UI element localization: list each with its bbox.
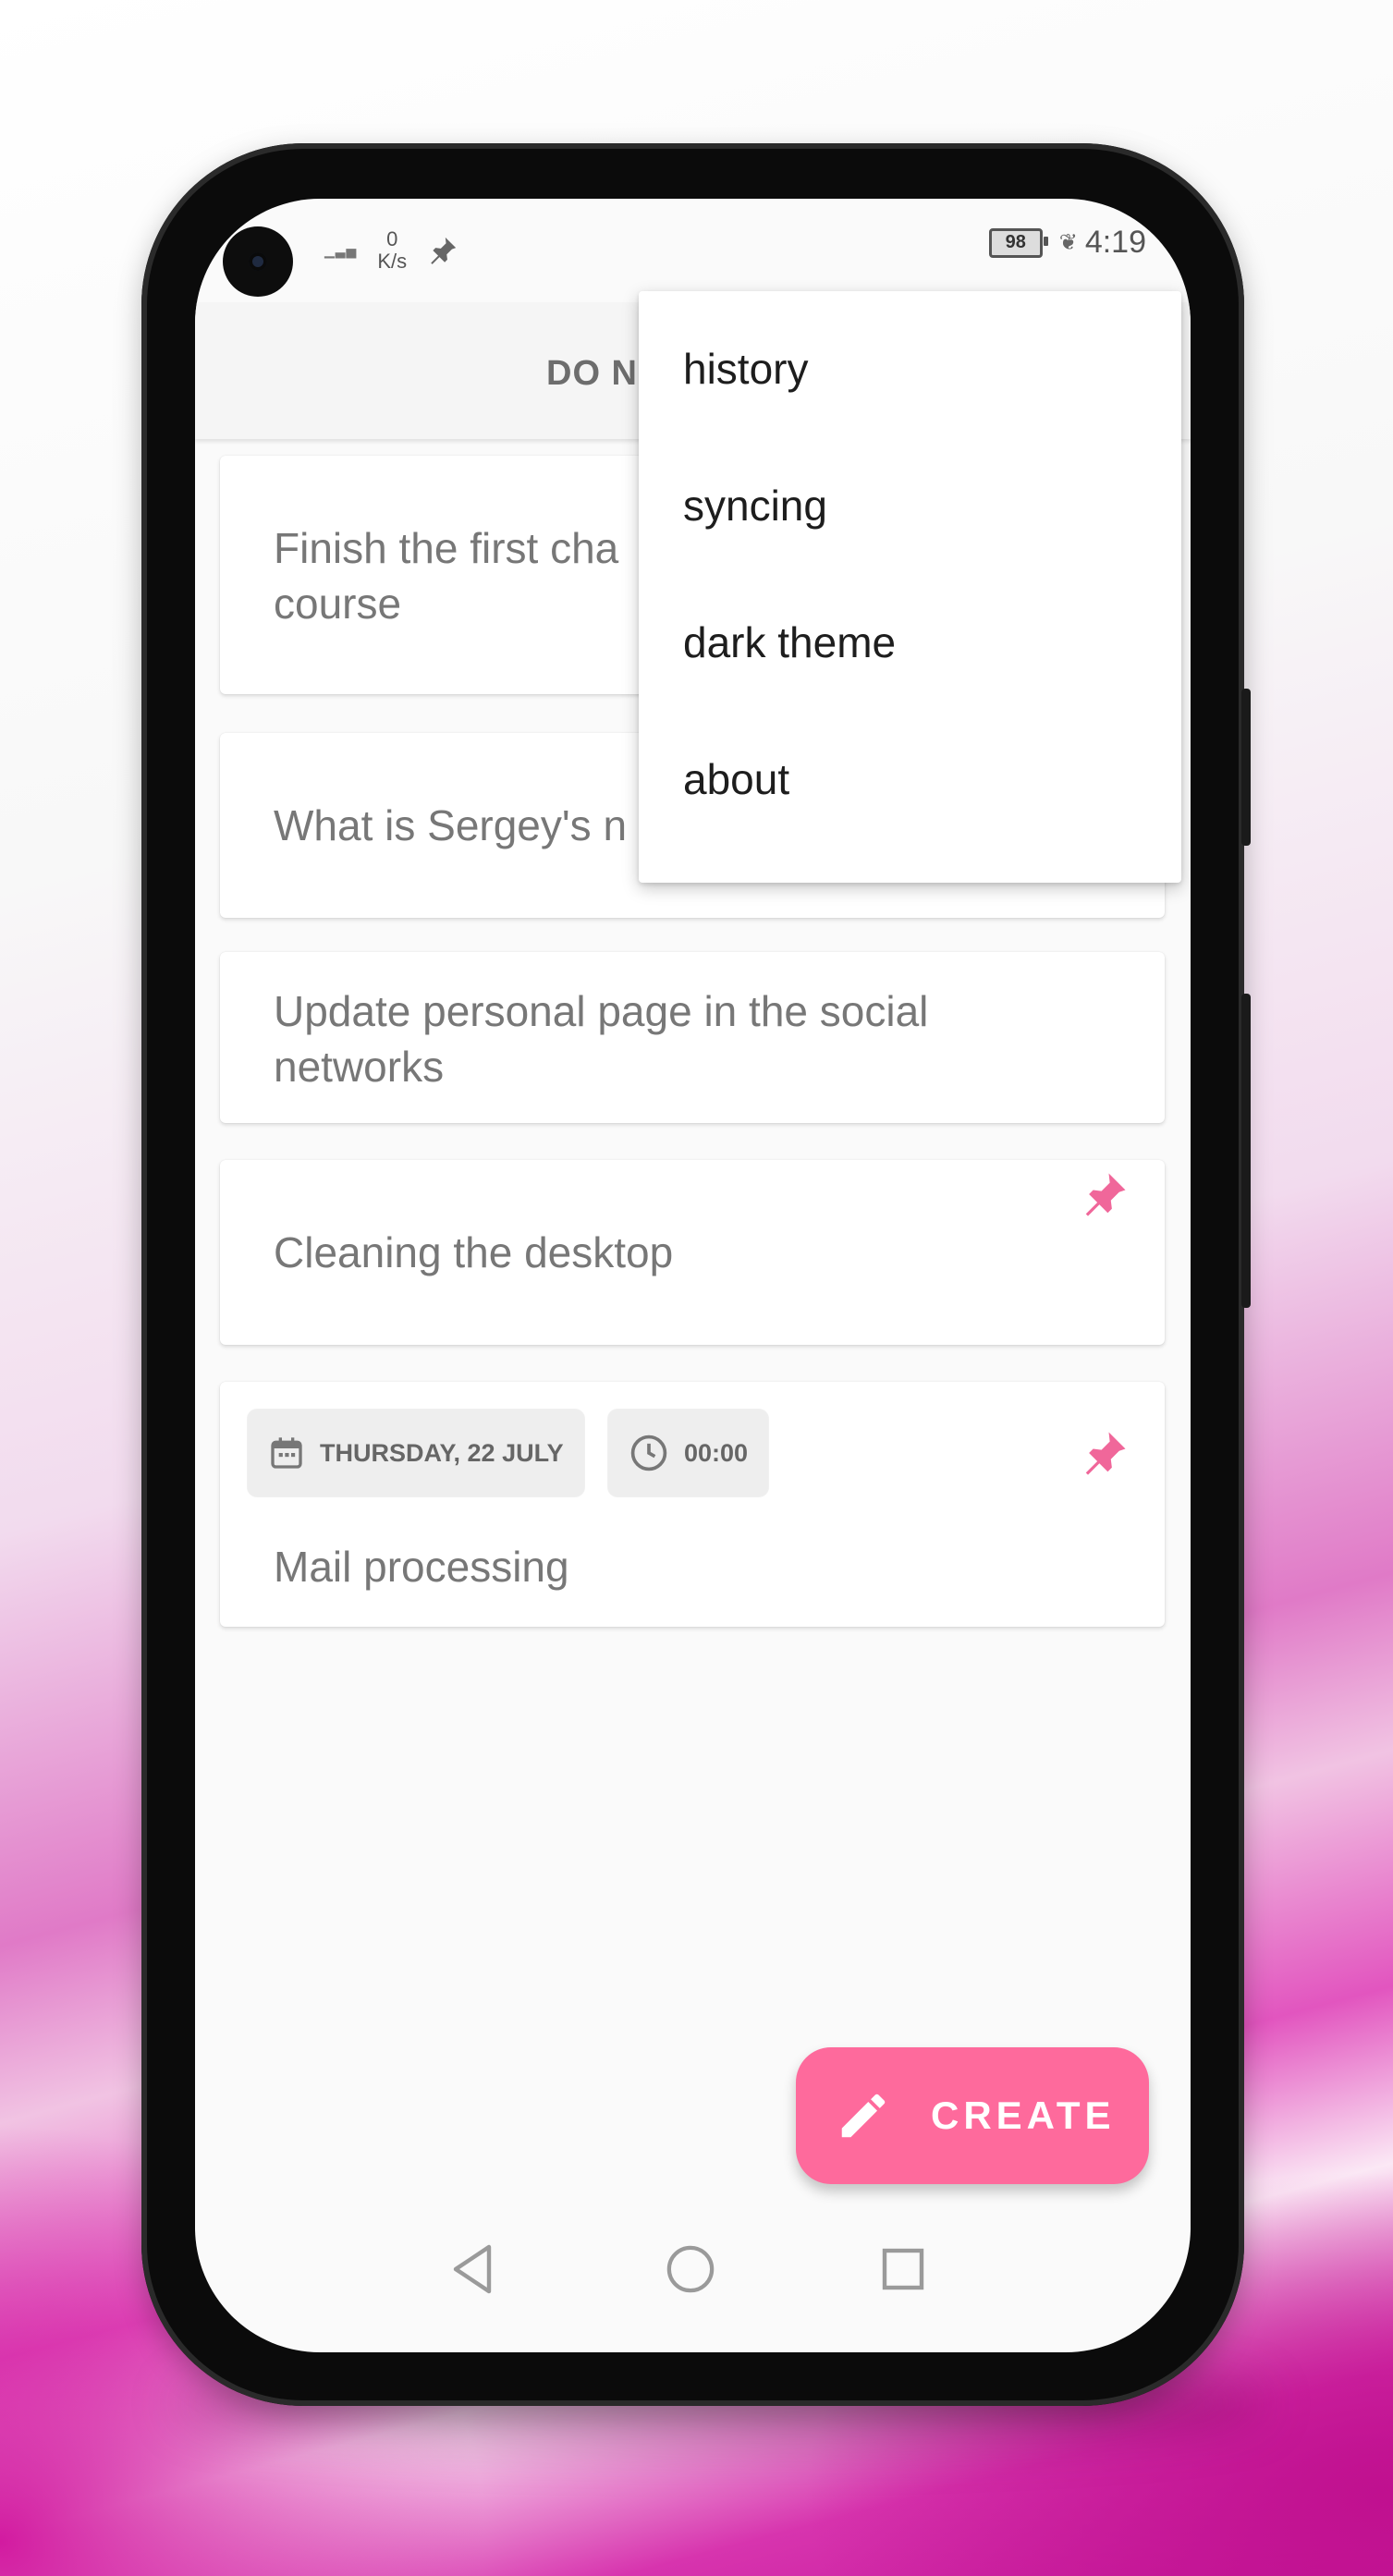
battery-level: 98 (1005, 232, 1026, 252)
volume-button (1241, 689, 1251, 846)
network-speed-unit: K/s (377, 250, 408, 273)
task-text-line: networks (274, 1043, 445, 1091)
menu-item-syncing[interactable]: syncing (639, 437, 1181, 574)
home-button[interactable] (654, 2232, 727, 2306)
task-text: Mail processing (274, 1543, 569, 1591)
status-time: 4:19 (1084, 225, 1146, 260)
phone-frame: ▁▃▅ 0 K/s 98 ❦ 4:19 DO N Finish the firs… (141, 143, 1251, 2406)
pin-icon[interactable] (1080, 1169, 1130, 1219)
task-card[interactable]: Cleaning the desktop (220, 1160, 1165, 1345)
menu-item-history[interactable]: history (639, 300, 1181, 437)
navigation-bar (195, 2232, 1191, 2315)
clock-icon (630, 1435, 667, 1471)
power-button (1241, 994, 1251, 1308)
time-chip[interactable]: 00:00 (608, 1410, 769, 1496)
back-button[interactable] (435, 2232, 509, 2306)
screen: ▁▃▅ 0 K/s 98 ❦ 4:19 DO N Finish the firs… (195, 199, 1191, 2352)
task-text: Cleaning the desktop (274, 1228, 674, 1276)
date-chip-label: THURSDAY, 22 JULY (320, 1438, 564, 1467)
calendar-icon (271, 1437, 302, 1469)
pin-icon[interactable] (1080, 1428, 1130, 1478)
task-card[interactable]: Update personal page in the social netwo… (220, 952, 1165, 1123)
status-bar-left: ▁▃▅ 0 K/s (324, 228, 458, 273)
app-title: DO N (546, 354, 638, 393)
overflow-menu: history syncing dark theme about (639, 291, 1181, 883)
recents-button[interactable] (866, 2232, 940, 2306)
create-button-label: CREATE (931, 2094, 1116, 2137)
network-speed-value: 0 (386, 227, 398, 250)
leaf-icon: ❦ (1058, 230, 1078, 255)
pencil-icon (841, 2094, 886, 2138)
recents-square-icon (882, 2248, 924, 2290)
menu-item-dark-theme[interactable]: dark theme (639, 574, 1181, 711)
front-camera (223, 226, 293, 297)
pin-notification-icon (431, 237, 457, 264)
time-chip-label: 00:00 (684, 1438, 749, 1467)
signal-icon: ▁▃▅ (324, 242, 358, 258)
back-triangle-icon (453, 2244, 492, 2294)
create-button[interactable]: CREATE (796, 2047, 1149, 2184)
task-text-line: Update personal page in the social (274, 987, 929, 1035)
network-speed: 0 K/s (377, 228, 407, 273)
date-chip[interactable]: THURSDAY, 22 JULY (248, 1410, 584, 1496)
home-circle-icon (666, 2245, 715, 2293)
task-text: Update personal page in the social netwo… (274, 983, 1106, 1094)
status-bar-right: 98 ❦ 4:19 (988, 225, 1146, 261)
task-card[interactable]: THURSDAY, 22 JULY 00:00 Mail processing (220, 1382, 1165, 1627)
battery-icon: 98 (988, 227, 1048, 258)
menu-item-about[interactable]: about (639, 711, 1181, 848)
